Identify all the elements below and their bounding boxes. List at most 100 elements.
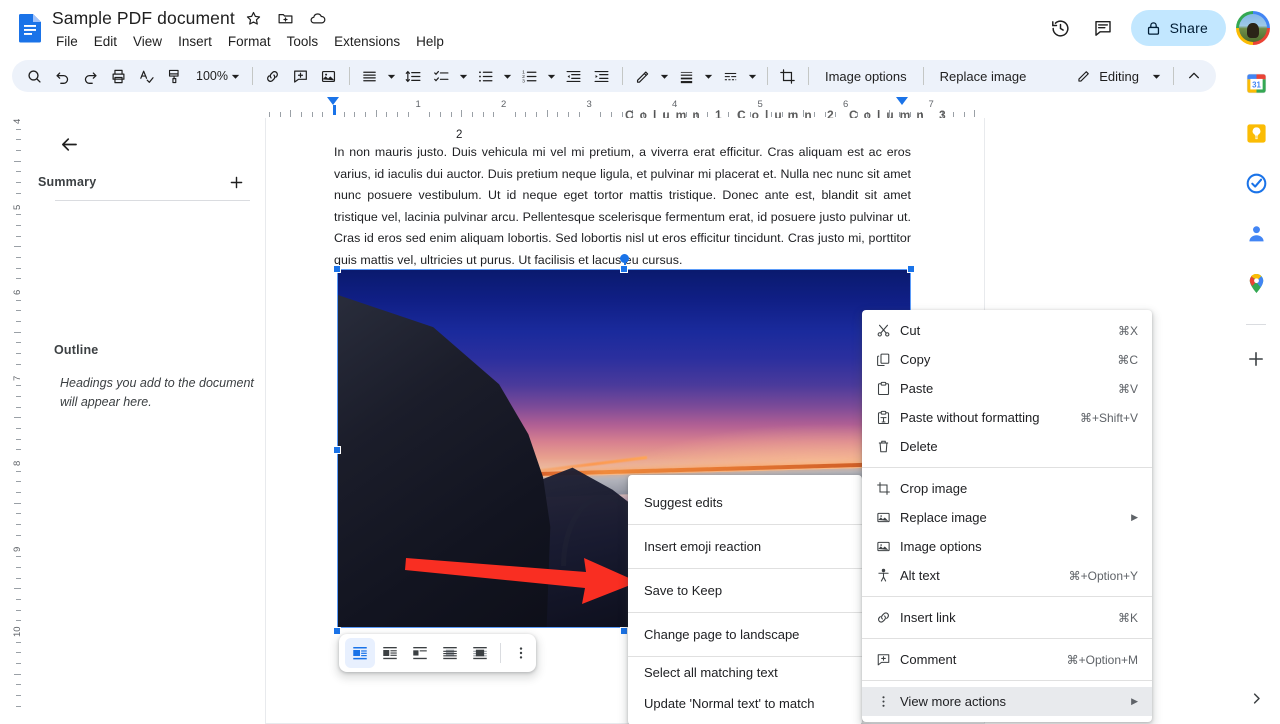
share-button[interactable]: Share	[1130, 10, 1226, 46]
border-color-icon[interactable]	[629, 62, 657, 90]
right-indent-marker[interactable]	[896, 97, 908, 105]
version-history-icon[interactable]	[1041, 8, 1081, 48]
redo-icon[interactable]	[76, 62, 104, 90]
undo-icon[interactable]	[48, 62, 76, 90]
menu-item-copy[interactable]: Copy ⌘C	[862, 345, 1152, 374]
paint-format-icon[interactable]	[160, 62, 188, 90]
chevron-down-icon[interactable]	[745, 68, 761, 84]
menu-extensions[interactable]: Extensions	[326, 32, 408, 51]
menu-item-crop-image[interactable]: Crop image	[862, 474, 1152, 503]
menu-item-cut[interactable]: Cut ⌘X	[862, 316, 1152, 345]
checklist-icon[interactable]	[428, 62, 456, 90]
chevron-down-icon[interactable]	[1145, 68, 1167, 84]
resize-handle-top-right[interactable]	[907, 265, 915, 273]
left-indent-marker[interactable]	[327, 97, 339, 105]
menu-item-replace-image[interactable]: Replace image ▶	[862, 503, 1152, 532]
google-tasks-icon[interactable]	[1243, 170, 1269, 196]
image-options-button[interactable]: Image options	[815, 64, 917, 89]
border-weight-icon[interactable]	[673, 62, 701, 90]
resize-handle-top-center[interactable]	[620, 265, 628, 273]
border-dash-icon[interactable]	[717, 62, 745, 90]
resize-handle-bottom-left[interactable]	[333, 627, 341, 635]
star-icon[interactable]	[241, 5, 267, 31]
outline-divider	[55, 200, 250, 201]
line-spacing-icon[interactable]	[400, 62, 428, 90]
page-title[interactable]: Sample PDF document	[52, 8, 235, 29]
horizontal-ruler[interactable]: 1234567 Column 1 Column 2 Column 3	[265, 96, 985, 118]
menu-item-insert-emoji-reaction[interactable]: Insert emoji reaction	[628, 525, 862, 568]
image-wrap-text-icon[interactable]	[375, 638, 405, 668]
ruler-number: 1	[415, 99, 421, 110]
chevron-down-icon[interactable]	[384, 68, 400, 84]
add-ons-plus-icon[interactable]	[1243, 346, 1269, 372]
menu-help[interactable]: Help	[408, 32, 452, 51]
menu-format[interactable]: Format	[220, 32, 279, 51]
google-keep-icon[interactable]	[1243, 120, 1269, 146]
image-behind-text-icon[interactable]	[435, 638, 465, 668]
menu-item-suggest-edits[interactable]: Suggest edits	[628, 481, 862, 524]
crop-image-icon[interactable]	[774, 62, 802, 90]
cloud-saved-icon[interactable]	[305, 5, 331, 31]
insert-link-icon[interactable]	[259, 62, 287, 90]
resize-handle-top-left[interactable]	[333, 265, 341, 273]
menu-item-image-options[interactable]: Image options	[862, 532, 1152, 561]
menu-item-delete[interactable]: Delete	[862, 432, 1152, 461]
menu-item-update-normal-text-to-match[interactable]: Update 'Normal text' to match	[628, 688, 862, 719]
resize-handle-middle-left[interactable]	[333, 446, 341, 454]
menu-item-change-page-to-landscape[interactable]: Change page to landscape	[628, 613, 862, 656]
google-calendar-icon[interactable]: 31	[1243, 70, 1269, 96]
menu-item-alt-text[interactable]: Alt text ⌘+Option+Y	[862, 561, 1152, 590]
chevron-down-icon[interactable]	[500, 68, 516, 84]
chevron-down-icon[interactable]	[544, 68, 560, 84]
close-outline-icon[interactable]	[52, 127, 86, 161]
chevron-down-icon[interactable]	[456, 68, 472, 84]
main-toolbar: 100% 1 2 3 Image options Replace image E…	[12, 60, 1216, 92]
top-bar: Sample PDF document File Edit View Inser…	[0, 0, 1280, 56]
menu-item-comment[interactable]: Comment ⌘+Option+M	[862, 645, 1152, 674]
editing-mode-button[interactable]: Editing	[1068, 63, 1145, 89]
chevron-down-icon[interactable]	[657, 68, 673, 84]
align-icon[interactable]	[356, 62, 384, 90]
numbered-list-icon[interactable]: 123	[516, 62, 544, 90]
menu-item-save-to-keep[interactable]: Save to Keep	[628, 569, 862, 612]
menu-item-view-more-actions[interactable]: View more actions ▶	[862, 687, 1152, 716]
menu-item-select-all-matching-text[interactable]: Select all matching text	[628, 657, 862, 688]
collapse-toolbar-icon[interactable]	[1180, 62, 1208, 90]
image-break-text-icon[interactable]	[405, 638, 435, 668]
add-summary-icon[interactable]	[222, 168, 250, 196]
decrease-indent-icon[interactable]	[560, 62, 588, 90]
avatar[interactable]	[1236, 11, 1270, 45]
image-wrap-inline-icon[interactable]	[345, 638, 375, 668]
comment-history-icon[interactable]	[1083, 8, 1123, 48]
add-comment-icon[interactable]	[287, 62, 315, 90]
menu-file[interactable]: File	[52, 32, 86, 51]
bulleted-list-icon[interactable]	[472, 62, 500, 90]
print-icon[interactable]	[104, 62, 132, 90]
menu-item-paste[interactable]: Paste ⌘V	[862, 374, 1152, 403]
zoom-selector[interactable]: 100%	[188, 63, 246, 89]
menu-divider	[862, 680, 1152, 681]
increase-indent-icon[interactable]	[588, 62, 616, 90]
spellcheck-icon[interactable]	[132, 62, 160, 90]
chevron-down-icon[interactable]	[701, 68, 717, 84]
google-contacts-icon[interactable]	[1243, 220, 1269, 246]
image-in-front-text-icon[interactable]	[465, 638, 495, 668]
menu-view[interactable]: View	[125, 32, 170, 51]
menu-bar: File Edit View Insert Format Tools Exten…	[52, 30, 452, 52]
document-paragraph[interactable]: In non mauris justo. Duis vehicula mi ve…	[334, 142, 911, 271]
replace-image-button[interactable]: Replace image	[930, 64, 1037, 89]
move-to-folder-icon[interactable]	[273, 5, 299, 31]
search-icon[interactable]	[20, 62, 48, 90]
insert-image-icon[interactable]	[315, 62, 343, 90]
rail-divider	[1246, 324, 1266, 325]
google-maps-icon[interactable]	[1243, 270, 1269, 296]
menu-insert[interactable]: Insert	[170, 32, 220, 51]
menu-item-insert-link[interactable]: Insert link ⌘K	[862, 603, 1152, 632]
image-more-options-icon[interactable]	[506, 638, 536, 668]
menu-tools[interactable]: Tools	[279, 32, 327, 51]
expand-side-panel-icon[interactable]	[1244, 686, 1268, 710]
vertical-ruler[interactable]: 4 5 6 7 8 9 10	[0, 110, 22, 724]
menu-edit[interactable]: Edit	[86, 32, 125, 51]
menu-item-paste-without-formatting[interactable]: Paste without formatting ⌘+Shift+V	[862, 403, 1152, 432]
resize-handle-bottom-center[interactable]	[620, 627, 628, 635]
